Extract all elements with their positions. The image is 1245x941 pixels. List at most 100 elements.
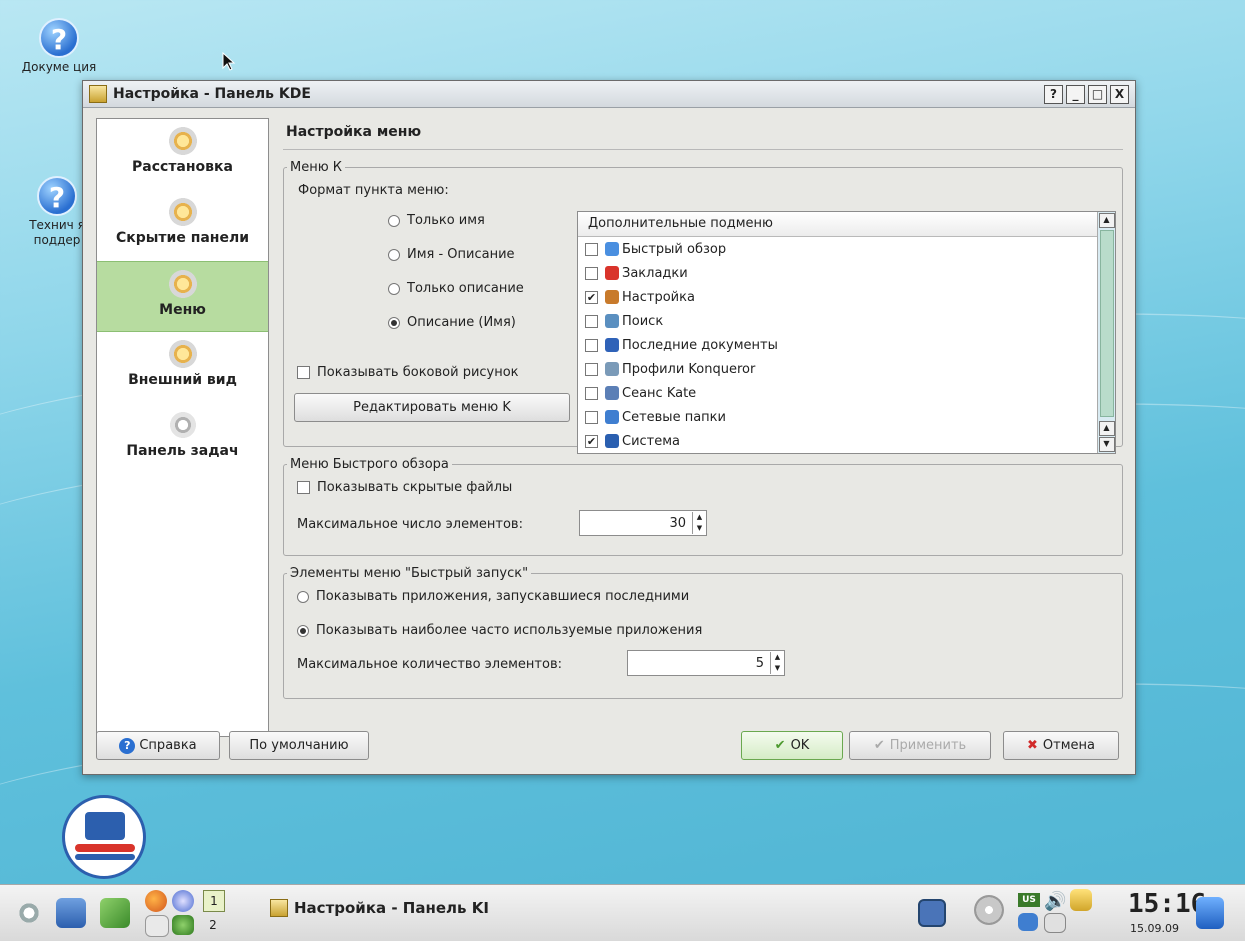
- gear-icon: [168, 340, 197, 368]
- submenu-label: Быстрый обзор: [622, 241, 727, 257]
- radio-show-frequent[interactable]: Показывать наиболее часто используемые п…: [297, 623, 702, 638]
- desktop-1-button[interactable]: 1: [203, 890, 225, 912]
- submenu-label: Профили Konqueror: [622, 361, 756, 377]
- clock[interactable]: 15:16: [1128, 889, 1206, 919]
- scroll-down-icon[interactable]: ▼: [1098, 437, 1115, 452]
- update-icon[interactable]: [1044, 913, 1066, 933]
- checkbox-indicator[interactable]: ✔: [585, 434, 598, 448]
- save-icon[interactable]: [918, 899, 946, 927]
- edit-k-menu-button[interactable]: Редактировать меню K: [294, 393, 570, 422]
- firefox-icon[interactable]: [145, 890, 167, 912]
- checkbox-indicator[interactable]: [585, 338, 598, 352]
- database-icon[interactable]: [1196, 897, 1224, 929]
- desktop-2-button[interactable]: 2: [203, 915, 223, 935]
- checkbox-indicator[interactable]: [585, 362, 598, 376]
- maximize-button[interactable]: □: [1088, 84, 1107, 104]
- submenu-item[interactable]: Закладки: [578, 261, 1115, 285]
- browser-icon[interactable]: [172, 890, 194, 912]
- submenu-label: Закладки: [622, 265, 688, 281]
- sidebar-item-arrangement[interactable]: Расстановка: [97, 119, 268, 190]
- defaults-button[interactable]: По умолчанию: [229, 731, 369, 760]
- spin-arrows-icon[interactable]: ▲ ▼: [692, 512, 706, 534]
- spinbox-value: 5: [755, 655, 764, 671]
- scroll-thumb[interactable]: [1100, 230, 1114, 417]
- show-hidden-files-checkbox[interactable]: Показывать скрытые файлы: [297, 480, 512, 495]
- checkbox-indicator[interactable]: [585, 410, 598, 424]
- app-icon[interactable]: [172, 915, 194, 935]
- network-icon[interactable]: [1018, 913, 1038, 931]
- help-button[interactable]: ? Справка: [96, 731, 220, 760]
- mouse-cursor-icon: [222, 52, 236, 71]
- submenu-item[interactable]: Сетевые папки: [578, 405, 1115, 429]
- quick-browser-max-spinbox[interactable]: 30 ▲ ▼: [579, 510, 707, 536]
- sidebar-item-menu[interactable]: Меню: [97, 261, 268, 332]
- submenu-icon: [605, 338, 619, 352]
- window-app-icon: [89, 85, 107, 103]
- submenu-item[interactable]: Поиск: [578, 309, 1115, 333]
- quick-browser-max-label: Максимальное число элементов:: [297, 517, 523, 532]
- close-button[interactable]: X: [1110, 84, 1129, 104]
- submenu-item[interactable]: ✔ Настройка: [578, 285, 1115, 309]
- cancel-button[interactable]: ✖ Отмена: [1003, 731, 1119, 760]
- quick-start-max-spinbox[interactable]: 5 ▲ ▼: [627, 650, 785, 676]
- notes-icon[interactable]: [145, 915, 169, 937]
- sidebar-item-hiding[interactable]: Скрытие панели: [97, 190, 268, 261]
- editor-icon[interactable]: [100, 898, 130, 928]
- radio-indicator: [297, 590, 309, 603]
- kde-menu-icon[interactable]: [14, 898, 44, 928]
- submenu-label: Настройка: [622, 289, 695, 305]
- checkbox-indicator[interactable]: ✔: [585, 290, 598, 304]
- spin-arrows-icon[interactable]: ▲ ▼: [770, 652, 784, 674]
- desktop-icon-documentation[interactable]: ? Докуме ция: [20, 18, 98, 75]
- gear-icon: [168, 198, 197, 226]
- submenu-list-header: Дополнительные подменю: [578, 212, 1115, 237]
- checkbox-indicator[interactable]: [585, 242, 598, 256]
- help-icon: ?: [39, 18, 79, 58]
- radio-description-name[interactable]: Описание (Имя): [388, 315, 516, 330]
- minimize-button[interactable]: _: [1066, 84, 1085, 104]
- cd-icon[interactable]: [974, 895, 1004, 925]
- checkbox-indicator[interactable]: [585, 266, 598, 280]
- quick-start-group: Элементы меню "Быстрый запуск" Показыват…: [283, 566, 1123, 699]
- taskbar-task-settings[interactable]: Настройка - Панель KI: [270, 899, 489, 917]
- sidebar-item-taskbar[interactable]: Панель задач: [97, 403, 268, 474]
- kde-gear-icon: [168, 411, 197, 439]
- apply-button[interactable]: ✔ Применить: [849, 731, 991, 760]
- checkbox-indicator: [297, 366, 310, 379]
- submenu-scrollbar[interactable]: ▲ ▲ ▼: [1097, 212, 1115, 453]
- gear-icon: [168, 270, 197, 298]
- checkbox-indicator[interactable]: [585, 386, 598, 400]
- settings-sidebar: Расстановка Скрытие панели Меню Внешний …: [96, 118, 269, 737]
- radio-name-description[interactable]: Имя - Описание: [388, 247, 515, 262]
- ok-button[interactable]: ✔ OK: [741, 731, 843, 760]
- submenu-item[interactable]: Последние документы: [578, 333, 1115, 357]
- radio-name-only[interactable]: Только имя: [388, 213, 485, 228]
- submenu-list: Быстрый обзор Закладки ✔ Настройка Поиск Посл…: [578, 237, 1115, 453]
- submenu-listbox[interactable]: Дополнительные подменю Быстрый обзор Закл…: [577, 211, 1116, 454]
- sidebar-item-appearance[interactable]: Внешний вид: [97, 332, 268, 403]
- submenu-item[interactable]: Профили Konqueror: [578, 357, 1115, 381]
- clipboard-icon[interactable]: [1070, 889, 1092, 911]
- quick-start-legend: Элементы меню "Быстрый запуск": [290, 566, 529, 581]
- submenu-icon: [605, 362, 619, 376]
- radio-show-recent[interactable]: Показывать приложения, запускавшиеся пос…: [297, 589, 689, 604]
- submenu-icon: [605, 386, 619, 400]
- scroll-up-icon[interactable]: ▲: [1098, 421, 1115, 436]
- keyboard-layout-indicator[interactable]: US: [1018, 893, 1040, 907]
- radio-indicator: [388, 282, 400, 295]
- checkbox-indicator[interactable]: [585, 314, 598, 328]
- quick-start-max-label: Максимальное количество элементов:: [297, 657, 562, 672]
- side-image-checkbox[interactable]: Показывать боковой рисунок: [297, 365, 519, 380]
- submenu-item[interactable]: Сеанс Kate: [578, 381, 1115, 405]
- volume-icon[interactable]: 🔊: [1044, 891, 1066, 912]
- submenu-label: Система: [622, 433, 681, 449]
- radio-indicator: [297, 624, 309, 637]
- taskbar: 1 2 Настройка - Панель KI US 🔊 15:16 15.…: [0, 884, 1245, 941]
- submenu-item[interactable]: ✔ Система: [578, 429, 1115, 453]
- window-titlebar[interactable]: Настройка - Панель KDE ? _ □ X: [83, 81, 1135, 108]
- radio-description-only[interactable]: Только описание: [388, 281, 524, 296]
- submenu-item[interactable]: Быстрый обзор: [578, 237, 1115, 261]
- show-desktop-icon[interactable]: [56, 898, 86, 928]
- scroll-up-icon[interactable]: ▲: [1098, 213, 1115, 228]
- help-title-button[interactable]: ?: [1044, 84, 1063, 104]
